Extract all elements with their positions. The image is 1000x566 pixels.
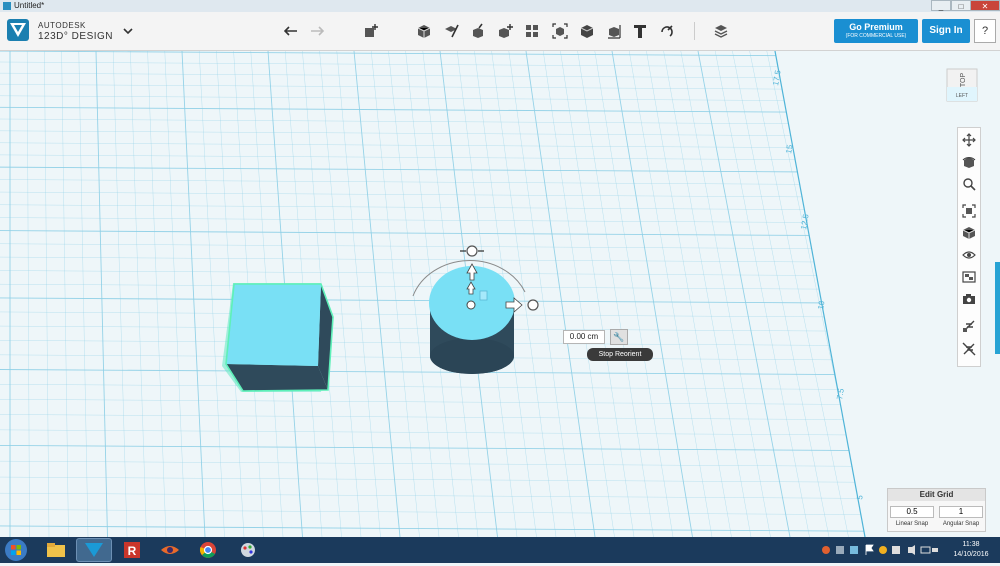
orbit-icon[interactable] <box>960 153 978 171</box>
material-icon[interactable] <box>712 22 730 40</box>
snap-grid-icon[interactable] <box>960 317 978 335</box>
box-object[interactable] <box>222 283 334 392</box>
redo-icon[interactable] <box>308 22 326 40</box>
workplane-grid: 17.5 15 12.5 10 7.5 5 <box>0 51 1000 537</box>
minimize-button[interactable]: _ <box>931 0 951 11</box>
tray-app-icon[interactable] <box>879 546 887 554</box>
help-button[interactable]: ? <box>974 19 996 43</box>
modify-icon[interactable] <box>496 22 514 40</box>
viewport-canvas[interactable]: 17.5 15 12.5 10 7.5 5 TOP LEFT 0.00 cm 🔧… <box>0 51 1000 537</box>
system-tray[interactable] <box>820 543 940 557</box>
app-logo[interactable] <box>7 19 29 41</box>
maximize-button[interactable]: □ <box>951 0 971 11</box>
paint-icon[interactable] <box>230 538 266 562</box>
tray-app-icon[interactable] <box>822 546 830 554</box>
view-cube-left: LEFT <box>956 93 968 99</box>
eye-app-icon[interactable] <box>152 538 188 562</box>
svg-text:R: R <box>128 544 137 558</box>
volume-icon[interactable] <box>908 545 915 555</box>
main-toolbar: AUTODESK 123D° DESIGN Go Premium (FOR CO… <box>0 12 1000 51</box>
linear-snap-label: Linear Snap <box>895 521 929 527</box>
go-premium-label: Go Premium <box>849 22 903 32</box>
text-icon[interactable] <box>631 22 649 40</box>
linear-snap-input[interactable]: 0.5 <box>890 506 934 518</box>
clock-time: 11:38 <box>962 541 980 548</box>
window-title: Untitled* <box>14 1 45 10</box>
clock[interactable]: 11:38 14/10/2016 <box>946 540 996 560</box>
combine-icon[interactable] <box>578 22 596 40</box>
power-icon[interactable] <box>932 548 938 552</box>
view-cube-top: TOP <box>960 73 967 88</box>
edit-grid-button[interactable]: Edit Grid <box>888 489 985 501</box>
view-cube[interactable]: TOP LEFT <box>945 63 979 103</box>
measure-input[interactable]: 0.00 cm <box>563 330 605 344</box>
action-center-icon[interactable] <box>865 544 874 555</box>
brand-autodesk: AUTODESK <box>38 21 86 30</box>
tray-app-icon[interactable] <box>850 546 858 554</box>
zoom-icon[interactable] <box>960 175 978 193</box>
chrome-icon[interactable] <box>190 538 226 562</box>
chevron-down-icon[interactable] <box>121 24 135 38</box>
undo-icon[interactable] <box>282 22 300 40</box>
grouping-icon[interactable] <box>551 22 569 40</box>
construct-icon[interactable] <box>469 22 487 40</box>
network-icon[interactable] <box>920 546 931 554</box>
transform-icon[interactable] <box>362 22 380 40</box>
side-panel-tab[interactable] <box>995 262 1000 354</box>
navigation-bar <box>957 127 981 367</box>
hide-grid-icon[interactable] <box>960 340 978 358</box>
fit-icon[interactable] <box>960 202 978 220</box>
123d-design-icon[interactable] <box>76 538 112 562</box>
sign-in-button[interactable]: Sign In <box>922 19 970 43</box>
tray-app-icon[interactable] <box>836 546 844 554</box>
views-icon[interactable] <box>960 224 978 242</box>
brand-product: 123D° DESIGN <box>38 31 114 42</box>
go-premium-button[interactable]: Go Premium (FOR COMMERCIAL USE) <box>834 19 918 43</box>
pattern-icon[interactable] <box>523 22 541 40</box>
stop-reorient-button[interactable]: Stop Reorient <box>587 348 653 361</box>
app-icon <box>3 2 11 10</box>
primitives-icon[interactable] <box>415 22 433 40</box>
explorer-icon[interactable] <box>38 538 74 562</box>
toolbar-separator <box>694 22 695 40</box>
close-button[interactable]: ✕ <box>970 0 1000 11</box>
materials-icon[interactable] <box>960 268 978 286</box>
snap-icon[interactable] <box>658 22 676 40</box>
tray-app-icon[interactable] <box>892 546 900 554</box>
angular-snap-label: Angular Snap <box>942 521 980 527</box>
visibility-icon[interactable] <box>960 246 978 264</box>
pan-icon[interactable] <box>960 131 978 149</box>
clock-date: 14/10/2016 <box>953 551 989 558</box>
angular-snap-input[interactable]: 1 <box>939 506 983 518</box>
roblox-icon[interactable]: R <box>114 538 150 562</box>
cylinder-object[interactable] <box>429 266 515 374</box>
taskbar: R 11:38 14/10/2016 <box>0 537 1000 563</box>
windows-icon <box>11 545 21 555</box>
camera-icon[interactable] <box>960 290 978 308</box>
start-button[interactable] <box>5 539 27 561</box>
sketch-icon[interactable] <box>442 22 460 40</box>
wrench-icon[interactable]: 🔧 <box>610 329 628 345</box>
measure-icon[interactable] <box>605 22 623 40</box>
logo-icon <box>10 23 26 37</box>
go-premium-sublabel: (FOR COMMERCIAL USE) <box>845 33 907 39</box>
edit-grid-panel: Edit Grid 0.5 1 Linear Snap Angular Snap <box>887 488 986 532</box>
